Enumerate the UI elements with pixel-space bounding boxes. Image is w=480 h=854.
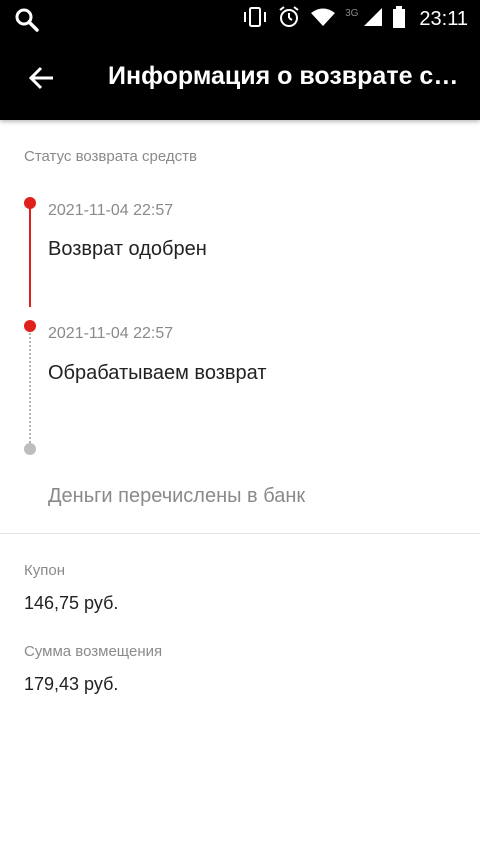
divider — [0, 533, 480, 534]
alarm-icon — [277, 5, 301, 34]
refund-amount-label: Сумма возмещения — [24, 643, 163, 660]
timeline-dot-done — [24, 320, 36, 332]
timeline-connector-pending — [29, 330, 31, 446]
arrow-back-icon — [28, 66, 53, 90]
step-timestamp: 2021-11-04 22:57 — [48, 202, 174, 219]
timeline-connector-done — [29, 205, 31, 307]
refund-status-heading: Статус возврата средств — [24, 148, 197, 165]
refund-amount-value: 179,43 руб. — [24, 674, 119, 694]
step-timestamp: 2021-11-04 22:57 — [48, 325, 174, 342]
timeline-dot-done — [24, 197, 36, 209]
battery-icon — [392, 5, 406, 33]
status-bar: 3G 23:11 — [0, 0, 480, 38]
wifi-icon — [310, 7, 336, 32]
signal-icon — [363, 7, 383, 32]
step-title-pending: Деньги перечислены в банк — [48, 485, 306, 507]
page-title: Информация о возврате средств — [108, 62, 468, 90]
vibrate-icon — [242, 6, 268, 33]
clock: 23:11 — [419, 7, 468, 30]
network-type-label: 3G — [345, 7, 359, 19]
coupon-value: 146,75 руб. — [24, 593, 119, 613]
step-title: Возврат одобрен — [48, 238, 207, 260]
step-title: Обрабатываем возврат — [48, 362, 267, 384]
timeline-dot-pending — [24, 443, 36, 455]
search-icon[interactable] — [14, 7, 40, 38]
back-button[interactable] — [22, 58, 62, 98]
app-bar: Информация о возврате средств — [0, 38, 480, 120]
coupon-label: Купон — [24, 562, 65, 579]
